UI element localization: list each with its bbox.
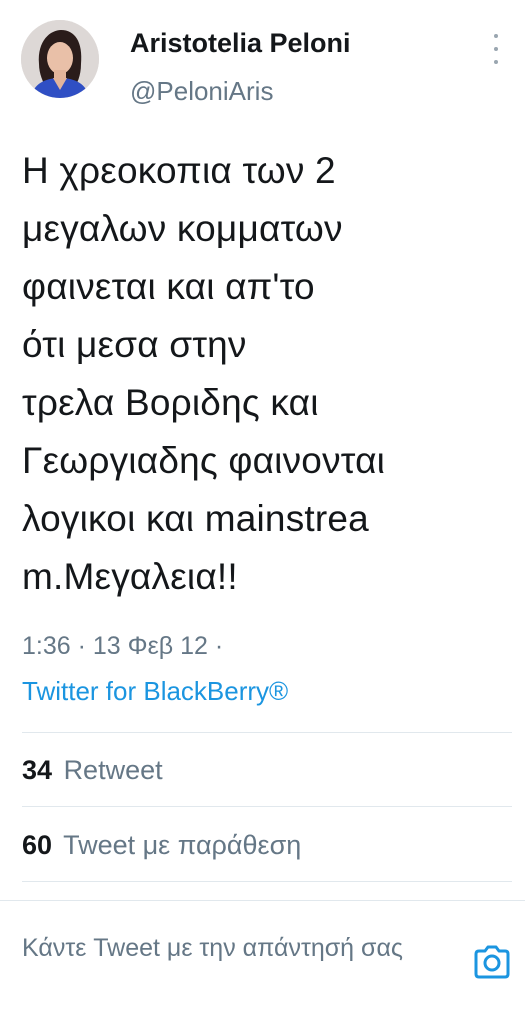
reply-divider — [0, 900, 525, 901]
tweet-header: Aristotelia Peloni @PeloniAris — [0, 0, 525, 120]
camera-icon[interactable] — [472, 944, 512, 980]
retweet-stat[interactable]: 34 Retweet — [22, 755, 163, 786]
divider — [22, 732, 512, 733]
tweet-date: 13 Φεβ 12 — [92, 632, 208, 660]
quote-label: Tweet με παράθεση — [63, 830, 302, 860]
author-name[interactable]: Aristotelia Peloni — [130, 28, 351, 59]
divider — [22, 881, 512, 882]
retweet-count: 34 — [22, 755, 53, 785]
tweet-time: 1:36 — [22, 632, 71, 660]
tweet-text: Η χρεοκοπια των 2 μεγαλων κομματων φαινε… — [22, 150, 386, 597]
more-dot — [494, 34, 498, 38]
author-handle[interactable]: @PeloniAris — [130, 76, 273, 107]
quote-count: 60 — [22, 830, 53, 860]
more-dot — [494, 60, 498, 64]
more-dot — [494, 47, 498, 51]
more-vertical-icon[interactable] — [484, 34, 508, 64]
retweet-label: Retweet — [63, 755, 163, 785]
avatar[interactable] — [21, 20, 99, 98]
avatar-image — [21, 20, 99, 98]
divider — [22, 806, 512, 807]
tweet-meta: 1:36 · 13 Φεβ 12 · — [22, 632, 223, 661]
meta-separator: · — [214, 632, 224, 660]
reply-input[interactable]: Κάντε Tweet με την απάντησή σας — [22, 928, 452, 968]
quote-tweet-stat[interactable]: 60 Tweet με παράθεση — [22, 830, 301, 861]
meta-separator: · — [77, 632, 93, 660]
tweet-source-link[interactable]: Twitter for BlackBerry® — [22, 676, 288, 707]
